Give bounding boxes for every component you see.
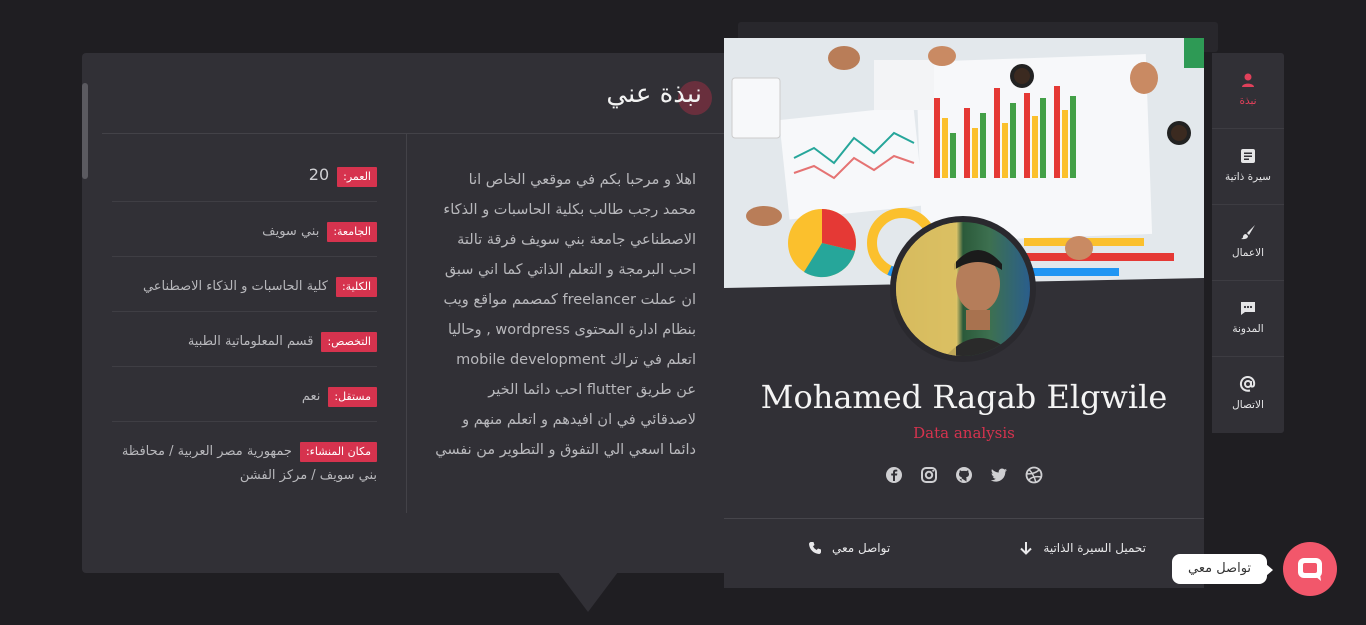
chat-bubble-icon <box>1241 302 1255 315</box>
download-cv-button[interactable]: تحميل السيرة الذاتية <box>1019 541 1146 555</box>
facebook-icon[interactable] <box>885 466 903 484</box>
nav-label: الاتصال <box>1232 399 1264 411</box>
contact-me-label: تواصل معي <box>832 541 891 555</box>
info-row-birthplace: مكان المنشاء:جمهورية مصر العربية / محافظ… <box>112 434 377 500</box>
info-label: مستقل: <box>328 387 377 407</box>
info-value: كلية الحاسبات و الذكاء الاصطناعي <box>142 279 328 294</box>
dribbble-icon[interactable] <box>1025 466 1043 484</box>
bio-text: اهلا و مرحبا بكم في موقعي الخاص انا محمد… <box>435 172 696 458</box>
nav-label: الاعمال <box>1231 247 1265 259</box>
avatar-photo <box>896 222 1030 356</box>
contact-me-button[interactable]: تواصل معي <box>808 541 890 555</box>
nav-label: المدونة <box>1232 323 1264 335</box>
side-nav: نبذة سيرة ذاتية الاعمال المدونة الاتصال <box>1212 53 1284 433</box>
info-row-major: التخصص: قسم المعلوماتية الطبية <box>112 324 377 367</box>
download-cv-label: تحميل السيرة الذاتية <box>1043 541 1146 555</box>
info-row-freelance: مستقل: نعم <box>112 379 377 422</box>
info-row-faculty: الكلية: كلية الحاسبات و الذكاء الاصطناعي <box>112 269 377 312</box>
user-icon <box>1242 73 1254 87</box>
nav-label: نبذة <box>1239 95 1257 107</box>
phone-icon <box>809 542 821 554</box>
panel-pointer <box>558 572 618 612</box>
column-divider <box>406 133 407 513</box>
info-list: العمر: 20 الجامعة: بني سويف الكلية: كلية ال… <box>112 157 377 512</box>
info-value: قسم المعلوماتية الطبية <box>187 334 314 349</box>
at-icon <box>1239 375 1256 392</box>
arrow-down-icon <box>1020 542 1033 555</box>
chat-icon <box>1298 558 1322 581</box>
twitter-icon[interactable] <box>990 466 1008 484</box>
nav-item-works[interactable]: الاعمال <box>1212 205 1284 281</box>
resume-icon <box>1241 149 1255 163</box>
section-title: نبذة عني <box>606 79 712 115</box>
card-actions: تحميل السيرة الذاتية تواصل معي <box>724 519 1204 588</box>
github-icon[interactable] <box>955 466 973 484</box>
nav-item-about[interactable]: نبذة <box>1212 53 1284 129</box>
info-label: الجامعة: <box>327 222 377 242</box>
info-label: التخصص: <box>321 332 377 352</box>
info-label: الكلية: <box>335 277 377 297</box>
chat-widget-button[interactable] <box>1283 542 1337 596</box>
info-row-university: الجامعة: بني سويف <box>112 214 377 257</box>
nav-item-contact[interactable]: الاتصال <box>1212 357 1284 433</box>
instagram-icon[interactable] <box>920 466 938 484</box>
chat-widget-label[interactable]: تواصل معي <box>1172 554 1274 584</box>
info-value: بني سويف <box>262 224 320 239</box>
brush-icon <box>1241 225 1255 240</box>
social-links <box>724 464 1204 484</box>
title-divider <box>102 133 742 134</box>
info-value: نعم <box>301 389 321 404</box>
profile-name: Mohamed Ragab Elgwile <box>760 378 1168 416</box>
about-panel: نبذة عني اهلا و مرحبا بكم في موقعي الخاص… <box>82 53 742 573</box>
info-value: 20 <box>308 165 330 184</box>
nav-item-resume[interactable]: سيرة ذاتية <box>1212 129 1284 205</box>
profile-role: Data analysis <box>913 424 1015 442</box>
info-row-age: العمر: 20 <box>112 157 377 202</box>
info-label: العمر: <box>337 167 377 187</box>
scrollbar[interactable] <box>82 83 88 179</box>
avatar-face <box>896 222 1016 356</box>
profile-card: Mohamed Ragab Elgwile Data analysis تحمي… <box>724 38 1204 588</box>
nav-label: سيرة ذاتية <box>1225 171 1271 183</box>
nav-item-blog[interactable]: المدونة <box>1212 281 1284 357</box>
info-label: مكان المنشاء: <box>299 442 377 462</box>
avatar <box>890 216 1036 362</box>
